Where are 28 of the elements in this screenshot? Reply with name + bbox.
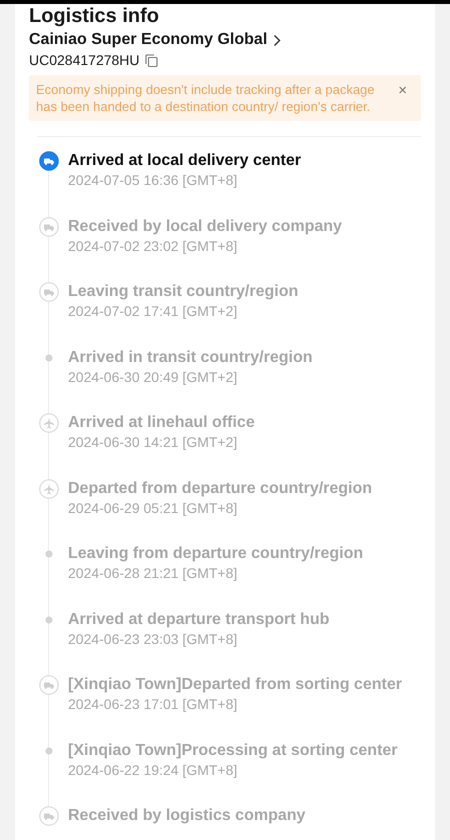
tracking-number: UC028417278HU — [29, 51, 140, 69]
event-title: Received by local delivery company — [68, 216, 342, 236]
carrier-link[interactable]: Cainiao Super Economy Global — [29, 30, 268, 50]
event-time: 2024-06-30 20:49 [GMT+2] — [68, 368, 238, 386]
event-title: Arrived in transit country/region — [68, 348, 312, 368]
event-title: Departed from departure country/region — [68, 478, 372, 498]
event-time: 2024-07-02 17:41 [GMT+2] — [68, 302, 238, 320]
event-time: 2024-06-23 23:03 [GMT+8] — [68, 630, 238, 648]
event-time: 2024-06-29 05:21 [GMT+8] — [68, 498, 238, 516]
event-title: [Xinqiao Town]Processing at sorting center — [68, 740, 398, 760]
event-title: Arrived at local delivery center — [68, 151, 301, 171]
event-title: Received by logistics company — [68, 806, 306, 826]
event-title: Leaving from departure country/region — [68, 544, 364, 564]
event-title: [Xinqiao Town]Departed from sorting center — [68, 675, 402, 695]
event-title: Arrived at departure transport hub — [68, 610, 330, 630]
event-time: 2024-07-05 16:36 [GMT+8] — [68, 171, 238, 189]
page-title: Logistics info — [29, 5, 160, 27]
notice-text: Economy shipping doesn't include tracking after a package has been handed to a destination country/ region's carrier. — [36, 81, 376, 115]
chevron-right-icon[interactable] — [273, 34, 282, 46]
event-title: Arrived at linehaul office — [68, 413, 255, 433]
event-time: 2024-06-22 19:24 [GMT+8] — [68, 760, 238, 778]
event-time: 2024-06-28 21:21 [GMT+8] — [68, 564, 238, 582]
close-button[interactable]: × — [398, 83, 407, 98]
event-time: 2024-06-23 17:01 [GMT+8] — [68, 695, 238, 713]
event-time: 2024-07-02 23:02 [GMT+8] — [68, 236, 238, 254]
copy-icon[interactable] — [144, 54, 158, 66]
event-title: Leaving transit country/region — [68, 282, 298, 302]
event-time: 2024-06-30 14:21 [GMT+2] — [68, 433, 238, 451]
